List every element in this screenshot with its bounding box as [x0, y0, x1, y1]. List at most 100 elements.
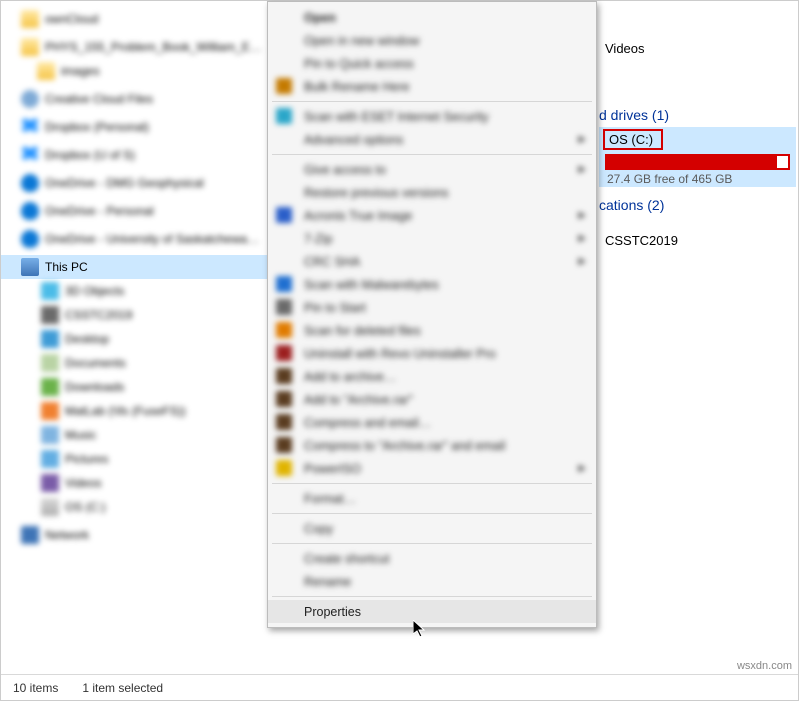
submenu-arrow-icon: ▶: [578, 256, 586, 267]
tree-item-dropbox-personal[interactable]: Dropbox (Personal): [1, 115, 267, 139]
tree-item-this-pc[interactable]: This PC: [1, 255, 267, 279]
tree-label: Music: [65, 428, 96, 442]
separator: [272, 101, 592, 102]
ctx-open-new-window[interactable]: Open in new window: [268, 29, 596, 52]
folder-icon: [21, 38, 39, 56]
ctx-malwarebytes[interactable]: Scan with Malwarebytes: [268, 273, 596, 296]
tree-item-onedrive-usask[interactable]: OneDrive - University of Saskatchewa…: [1, 227, 267, 251]
status-selection: 1 item selected: [82, 681, 163, 695]
tree-label: Dropbox (U of S): [45, 148, 135, 162]
ctx-format[interactable]: Format…: [268, 487, 596, 510]
tree-label: Documents: [65, 356, 126, 370]
dropbox-icon: [21, 118, 39, 136]
ctx-add-rar[interactable]: Add to "Archive.rar": [268, 388, 596, 411]
submenu-arrow-icon: ▶: [578, 463, 586, 474]
winrar-icon: [276, 368, 292, 384]
tree-item-desktop[interactable]: Desktop: [1, 327, 267, 351]
ctx-rename[interactable]: Rename: [268, 570, 596, 593]
location-csstc[interactable]: CSSTC2019: [605, 233, 678, 248]
tree-item-os-c[interactable]: OS (C:): [1, 495, 267, 519]
tree-item-network[interactable]: Network: [1, 523, 267, 547]
winrar-icon: [276, 391, 292, 407]
section-network-locations[interactable]: cations (2): [599, 197, 664, 213]
tree-item-matlab[interactable]: MatLab (\\fs (FuseFS)): [1, 399, 267, 423]
bulk-rename-icon: [276, 78, 292, 94]
tree-label: Desktop: [65, 332, 109, 346]
tree-label: 3D Objects: [65, 284, 124, 298]
tree-item-pictures[interactable]: Pictures: [1, 447, 267, 471]
watermark: wsxdn.com: [737, 660, 792, 672]
matlab-icon: [41, 402, 59, 420]
pictures-icon: [41, 450, 59, 468]
section-devices-and-drives[interactable]: d drives (1): [599, 107, 669, 123]
tree-item-onedrive-dmg[interactable]: OneDrive - DMG Geophysical: [1, 171, 267, 195]
tree-label: Pictures: [65, 452, 108, 466]
main-item-videos[interactable]: Videos: [605, 41, 645, 56]
ctx-copy[interactable]: Copy: [268, 517, 596, 540]
tree-item-images[interactable]: images: [1, 59, 267, 83]
tree-item-phys[interactable]: PHYS_155_Problem_Book_William_E…: [1, 35, 267, 59]
ctx-create-shortcut[interactable]: Create shortcut: [268, 547, 596, 570]
submenu-arrow-icon: ▶: [578, 164, 586, 175]
winrar-icon: [276, 414, 292, 430]
separator: [272, 154, 592, 155]
tree-item-creative-cloud[interactable]: Creative Cloud Files: [1, 87, 267, 111]
music-icon: [41, 426, 59, 444]
onedrive-icon: [21, 230, 39, 248]
pin-icon: [276, 299, 292, 315]
ctx-eset-scan[interactable]: Scan with ESET Internet Security: [268, 105, 596, 128]
tree-label: OneDrive - University of Saskatchewa…: [45, 232, 259, 246]
tree-label: Network: [45, 528, 89, 542]
3d-objects-icon: [41, 282, 59, 300]
scan-icon: [276, 322, 292, 338]
tree-item-videos[interactable]: Videos: [1, 471, 267, 495]
tree-label: CSSTC2019: [65, 308, 132, 322]
tree-label: Creative Cloud Files: [45, 92, 153, 106]
drive-usage-bar: [605, 154, 790, 170]
ctx-acronis[interactable]: Acronis True Image▶: [268, 204, 596, 227]
tree-label: Videos: [65, 476, 101, 490]
separator: [272, 543, 592, 544]
tree-label: images: [61, 64, 100, 78]
status-bar: 10 items 1 item selected: [1, 674, 798, 700]
tree-label: PHYS_155_Problem_Book_William_E…: [45, 40, 262, 54]
tree-item-onedrive-personal[interactable]: OneDrive - Personal: [1, 199, 267, 223]
ctx-pin-quick-access[interactable]: Pin to Quick access: [268, 52, 596, 75]
ctx-pin-to-start[interactable]: Pin to Start: [268, 296, 596, 319]
ctx-poweriso[interactable]: PowerISO▶: [268, 457, 596, 480]
tree-item-music[interactable]: Music: [1, 423, 267, 447]
usb-icon: [41, 306, 59, 324]
poweriso-icon: [276, 460, 292, 476]
tree-label: OS (C:): [65, 500, 106, 514]
ctx-crc-sha[interactable]: CRC SHA▶: [268, 250, 596, 273]
tree-item-3d-objects[interactable]: 3D Objects: [1, 279, 267, 303]
ctx-properties[interactable]: Properties: [268, 600, 596, 623]
ctx-open[interactable]: Open: [268, 6, 596, 29]
malwarebytes-icon: [276, 276, 292, 292]
ctx-give-access-to[interactable]: Give access to▶: [268, 158, 596, 181]
ctx-restore-previous[interactable]: Restore previous versions: [268, 181, 596, 204]
ctx-add-archive[interactable]: Add to archive…: [268, 365, 596, 388]
dropbox-icon: [21, 146, 39, 164]
drive-name-highlight: OS (C:): [603, 129, 663, 150]
winrar-icon: [276, 437, 292, 453]
tree-label: This PC: [45, 260, 88, 274]
separator: [272, 483, 592, 484]
ctx-bulk-rename[interactable]: Bulk Rename Here: [268, 75, 596, 98]
tree-item-documents[interactable]: Documents: [1, 351, 267, 375]
context-menu: Open Open in new window Pin to Quick acc…: [267, 1, 597, 628]
ctx-7zip[interactable]: 7-Zip▶: [268, 227, 596, 250]
tree-item-downloads[interactable]: Downloads: [1, 375, 267, 399]
folder-icon: [21, 10, 39, 28]
onedrive-icon: [21, 202, 39, 220]
tree-item-owncloud[interactable]: ownCloud: [1, 7, 267, 31]
ctx-compress-rar-email[interactable]: Compress to "Archive.rar" and email: [268, 434, 596, 457]
ctx-scan-deleted[interactable]: Scan for deleted files: [268, 319, 596, 342]
ctx-advanced-options[interactable]: Advanced options▶: [268, 128, 596, 151]
ctx-revo-uninstall[interactable]: Uninstall with Revo Uninstaller Pro: [268, 342, 596, 365]
tree-item-dropbox-uofs[interactable]: Dropbox (U of S): [1, 143, 267, 167]
tree-item-csstc[interactable]: CSSTC2019: [1, 303, 267, 327]
ctx-compress-email[interactable]: Compress and email…: [268, 411, 596, 434]
tree-label: Dropbox (Personal): [45, 120, 149, 134]
drive-os-c[interactable]: OS (C:) 27.4 GB free of 465 GB: [599, 127, 796, 187]
